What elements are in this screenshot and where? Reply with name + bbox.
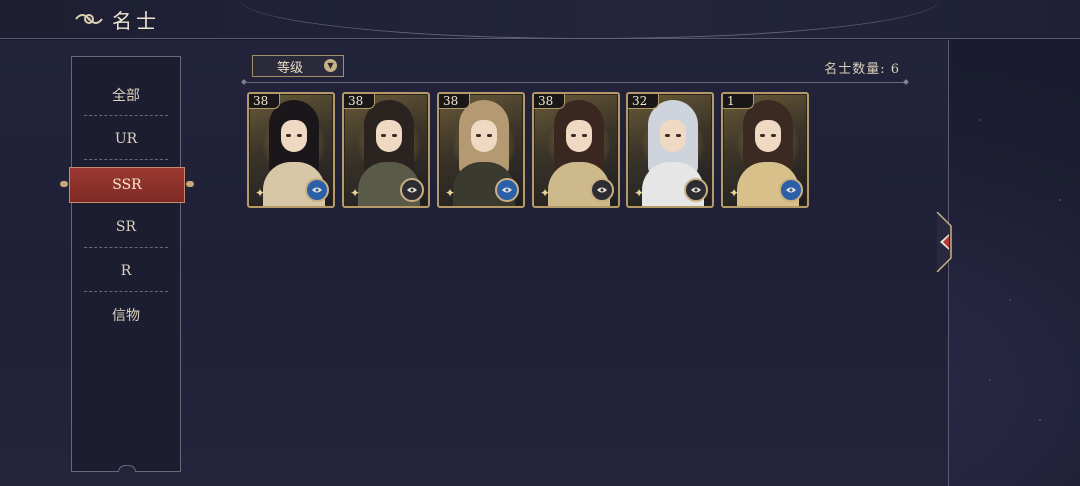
hero-portrait-face [376,120,402,152]
hero-eye [286,134,291,137]
sidebar-item-label: SR [115,219,137,235]
hero-eye [476,134,481,137]
hero-count: 名士数量: 6 [824,62,900,77]
sidebar-item-r[interactable]: R [84,249,168,293]
game-screen: 名士 全部 UR SSR SR R 信物 等级 ▼ 名士数量: 6 ✦ 38 ✦… [0,0,1080,486]
hero-level: 38 [534,94,565,109]
tab-ornament-right [186,181,194,187]
sidebar-divider [84,291,168,292]
sparkle-icon: ✦ [729,186,740,200]
hero-eye [665,134,670,137]
sparkle-icon: ✦ [445,186,456,200]
hero-eye [392,134,397,137]
hero-portrait-face [660,120,686,152]
sidebar-item-all[interactable]: 全部 [84,73,168,117]
hero-level: 32 [628,94,659,109]
hero-eye [571,134,576,137]
sidebar-item-label: 全部 [112,88,140,104]
hero-eye [381,134,386,137]
sidebar-item-ur[interactable]: UR [84,117,168,161]
hero-card[interactable]: ✦ 38 [437,92,525,208]
sparkle-icon: ✦ [634,186,645,200]
hero-eye [771,134,776,137]
sort-dropdown-label: 等级 [277,60,304,76]
faction-badge-icon [590,178,614,202]
hero-eye [676,134,681,137]
header-decoration [240,0,940,39]
hero-portrait-face [471,120,497,152]
hero-eye [760,134,765,137]
sort-dropdown[interactable]: 等级 ▼ [252,55,344,77]
sidebar-notch [118,465,136,472]
rarity-sidebar: 全部 UR SSR SR R 信物 [60,56,194,472]
hero-level: 38 [439,94,470,109]
sidebar-item-ssr[interactable]: SSR [60,167,194,203]
faction-badge-icon [495,178,519,202]
header-bar: 名士 [0,0,1080,39]
hero-level: 1 [723,94,754,109]
sidebar-divider [84,159,168,160]
sidebar-item-label: SSR [112,177,142,193]
tab-ornament-left [60,181,68,187]
hero-level: 38 [344,94,375,109]
hero-card[interactable]: ✦ 1 [721,92,809,208]
hero-eye [487,134,492,137]
hero-portrait-face [566,120,592,152]
hero-card[interactable]: ✦ 38 [247,92,335,208]
sparkle-icon: ✦ [255,186,266,200]
sidebar-divider [84,247,168,248]
cloud-emblem-icon [75,14,103,24]
sidebar-item-token[interactable]: 信物 [84,293,168,337]
hero-card[interactable]: ✦ 38 [532,92,620,208]
hero-level: 38 [249,94,280,109]
faction-badge-icon [305,178,329,202]
collapse-arrow-icon[interactable] [935,212,957,272]
faction-badge-icon [779,178,803,202]
chevron-down-icon: ▼ [324,59,337,72]
page-title: 名士 [112,9,160,33]
sidebar-item-label: R [120,263,132,279]
sidebar-divider [84,115,168,116]
hero-eye [297,134,302,137]
hero-eye [582,134,587,137]
hero-card[interactable]: ✦ 38 [342,92,430,208]
sidebar-item-label: UR [114,131,138,147]
hero-card[interactable]: ✦ 32 [626,92,714,208]
sidebar-item-sr[interactable]: SR [84,205,168,249]
sparkle-icon: ✦ [540,186,551,200]
faction-badge-icon [684,178,708,202]
sparkle-icon: ✦ [350,186,361,200]
faction-badge-icon [400,178,424,202]
hero-portrait-face [281,120,307,152]
hero-portrait-face [755,120,781,152]
sidebar-item-label: 信物 [112,308,140,324]
filter-divider [244,82,906,83]
